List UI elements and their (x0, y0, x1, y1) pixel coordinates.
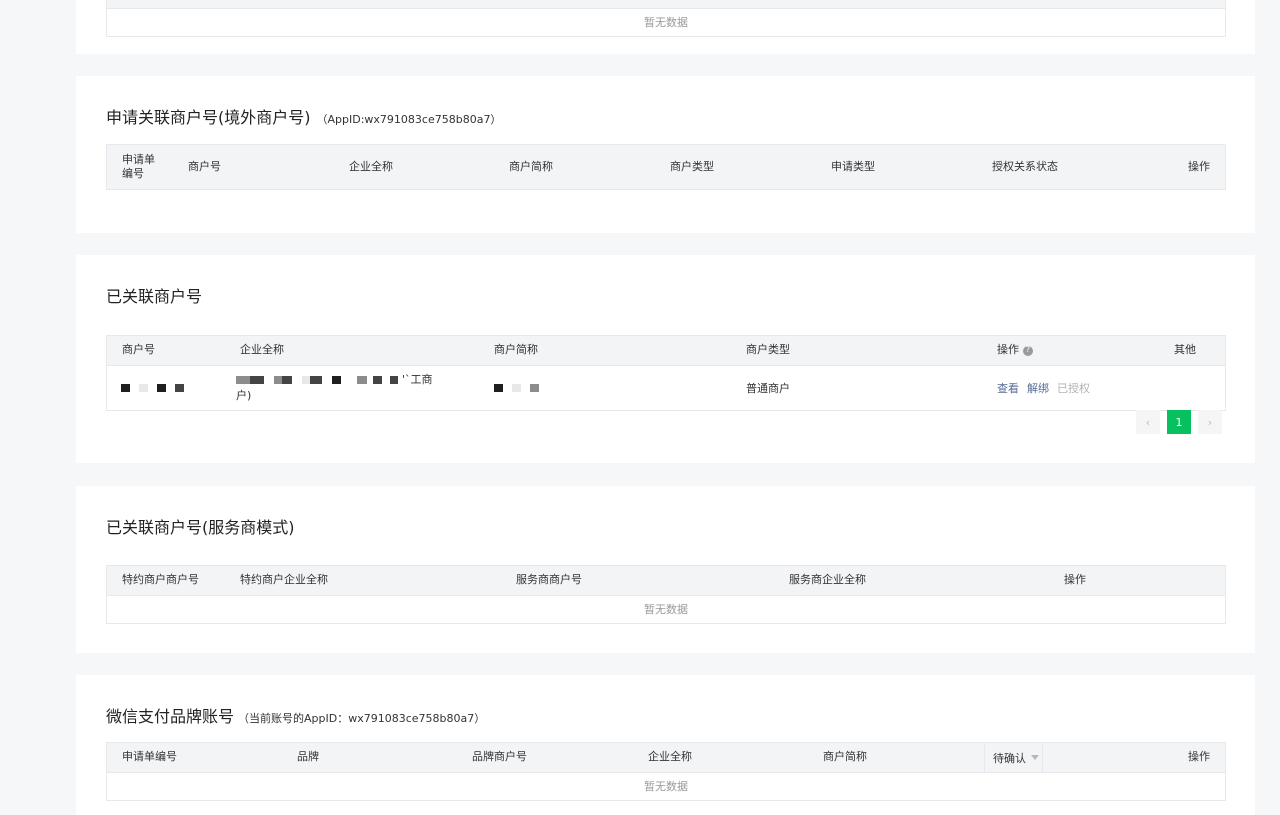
linked-merchant-card: 已关联商户号 商户号 企业全称 商户简称 商户类型 操作? 其他 '`工商 户) (76, 255, 1255, 463)
col-merchant-no: 商户号 (188, 159, 221, 173)
unbind-link[interactable]: 解绑 (1027, 380, 1049, 396)
chevron-down-icon (1031, 755, 1039, 760)
col-merchant-type: 商户类型 (746, 343, 790, 357)
service-mode-table: 特约商户商户号 特约商户企业全称 服务商商户号 服务商企业全称 操作 暂无数据 (106, 565, 1226, 624)
service-mode-card: 已关联商户号(服务商模式) 特约商户商户号 特约商户企业全称 服务商商户号 服务… (76, 486, 1255, 653)
empty-state: 暂无数据 (644, 780, 688, 793)
section-title: 已关联商户号 (106, 287, 203, 306)
section-title: 已关联商户号(服务商模式) (106, 518, 295, 537)
col-merchant-type: 商户类型 (670, 159, 714, 173)
top-section-card: 暂无数据 (76, 0, 1255, 54)
appid-note: （AppID:wx791083ce758b80a7） (316, 113, 502, 126)
next-page-button[interactable]: › (1198, 410, 1222, 434)
page-1-button[interactable]: 1 (1167, 410, 1191, 434)
table-header: 特约商户商户号 特约商户企业全称 服务商商户号 服务商企业全称 操作 (107, 566, 1225, 596)
col-application-no: 申请单编号 (122, 152, 155, 180)
col-service-merchant-name: 服务商企业全称 (789, 573, 866, 587)
col-brand: 品牌 (297, 750, 319, 764)
overseas-merchant-card: 申请关联商户号(境外商户号) （AppID:wx791083ce758b80a7）… (76, 76, 1255, 233)
status-filter-dropdown[interactable]: 待确认 (984, 743, 1043, 772)
table-header: 申请单编号 商户号 企业全称 商户简称 商户类型 申请类型 授权关系状态 操作 (107, 145, 1225, 189)
overseas-title: 申请关联商户号(境外商户号) (106, 108, 311, 127)
linked-table: 商户号 企业全称 商户简称 商户类型 操作? 其他 '`工商 户) 普通商户 查… (106, 335, 1226, 411)
col-company-name: 企业全称 (349, 159, 393, 173)
col-actions: 操作 (1188, 159, 1210, 173)
col-merchant-no: 商户号 (122, 343, 155, 357)
merchant-type-cell: 普通商户 (746, 382, 790, 395)
short-name-cell (494, 366, 548, 410)
col-sub-merchant-no: 特约商户商户号 (122, 573, 199, 587)
appid-note: （当前账号的AppID：wx791083ce758b80a7） (238, 712, 486, 725)
empty-state: 暂无数据 (644, 16, 688, 29)
col-service-merchant-no: 服务商商户号 (516, 573, 582, 587)
table-header (107, 0, 1225, 9)
col-other: 其他 (1174, 343, 1196, 357)
status-filter-label: 待确认 (993, 751, 1026, 765)
col-short-name: 商户简称 (823, 750, 867, 764)
empty-state: 暂无数据 (644, 603, 688, 616)
col-short-name: 商户简称 (494, 343, 538, 357)
col-brand-merchant-no: 品牌商户号 (472, 750, 527, 764)
top-section-table: 暂无数据 (106, 0, 1226, 37)
section-title: 微信支付品牌账号 （当前账号的AppID：wx791083ce758b80a7） (106, 703, 485, 727)
col-actions: 操作 (1188, 750, 1210, 764)
table-header: 商户号 企业全称 商户简称 商户类型 操作? 其他 (107, 336, 1225, 366)
col-company-name: 企业全称 (240, 343, 284, 357)
brand-title: 微信支付品牌账号 (106, 707, 235, 726)
overseas-table: 申请单编号 商户号 企业全称 商户简称 商户类型 申请类型 授权关系状态 操作 (106, 144, 1226, 190)
col-actions-label: 操作 (997, 343, 1019, 357)
col-short-name: 商户简称 (509, 159, 553, 173)
view-link[interactable]: 查看 (997, 380, 1019, 396)
company-name-suffix-1: '`工商 (402, 372, 433, 386)
col-application-type: 申请类型 (831, 159, 875, 173)
table-header: 申请单编号 品牌 品牌商户号 企业全称 商户简称 待确认 操作 (107, 743, 1225, 773)
merchant-no-cell (121, 366, 193, 410)
col-sub-merchant-name: 特约商户企业全称 (240, 573, 328, 587)
table-row: '`工商 户) 普通商户 查看 解绑 已授权 (107, 366, 1225, 410)
brand-table: 申请单编号 品牌 品牌商户号 企业全称 商户简称 待确认 操作 暂无数据 (106, 742, 1226, 801)
prev-page-button[interactable]: ‹ (1136, 410, 1160, 434)
actions-cell: 查看 解绑 已授权 (997, 366, 1090, 410)
col-actions: 操作? (997, 336, 1033, 365)
col-actions: 操作 (1064, 573, 1086, 587)
col-company-name: 企业全称 (648, 750, 692, 764)
brand-account-card: 微信支付品牌账号 （当前账号的AppID：wx791083ce758b80a7） … (76, 675, 1255, 815)
question-circle-icon[interactable]: ? (1023, 345, 1033, 356)
company-name-suffix-2: 户) (236, 389, 252, 402)
col-application-no: 申请单编号 (122, 750, 177, 764)
pagination: ‹ 1 › (1136, 410, 1222, 434)
company-name-cell: '`工商 户) (236, 366, 456, 410)
col-auth-status: 授权关系状态 (992, 159, 1058, 173)
authorized-status: 已授权 (1057, 382, 1090, 395)
section-title: 申请关联商户号(境外商户号) （AppID:wx791083ce758b80a7） (106, 104, 501, 128)
